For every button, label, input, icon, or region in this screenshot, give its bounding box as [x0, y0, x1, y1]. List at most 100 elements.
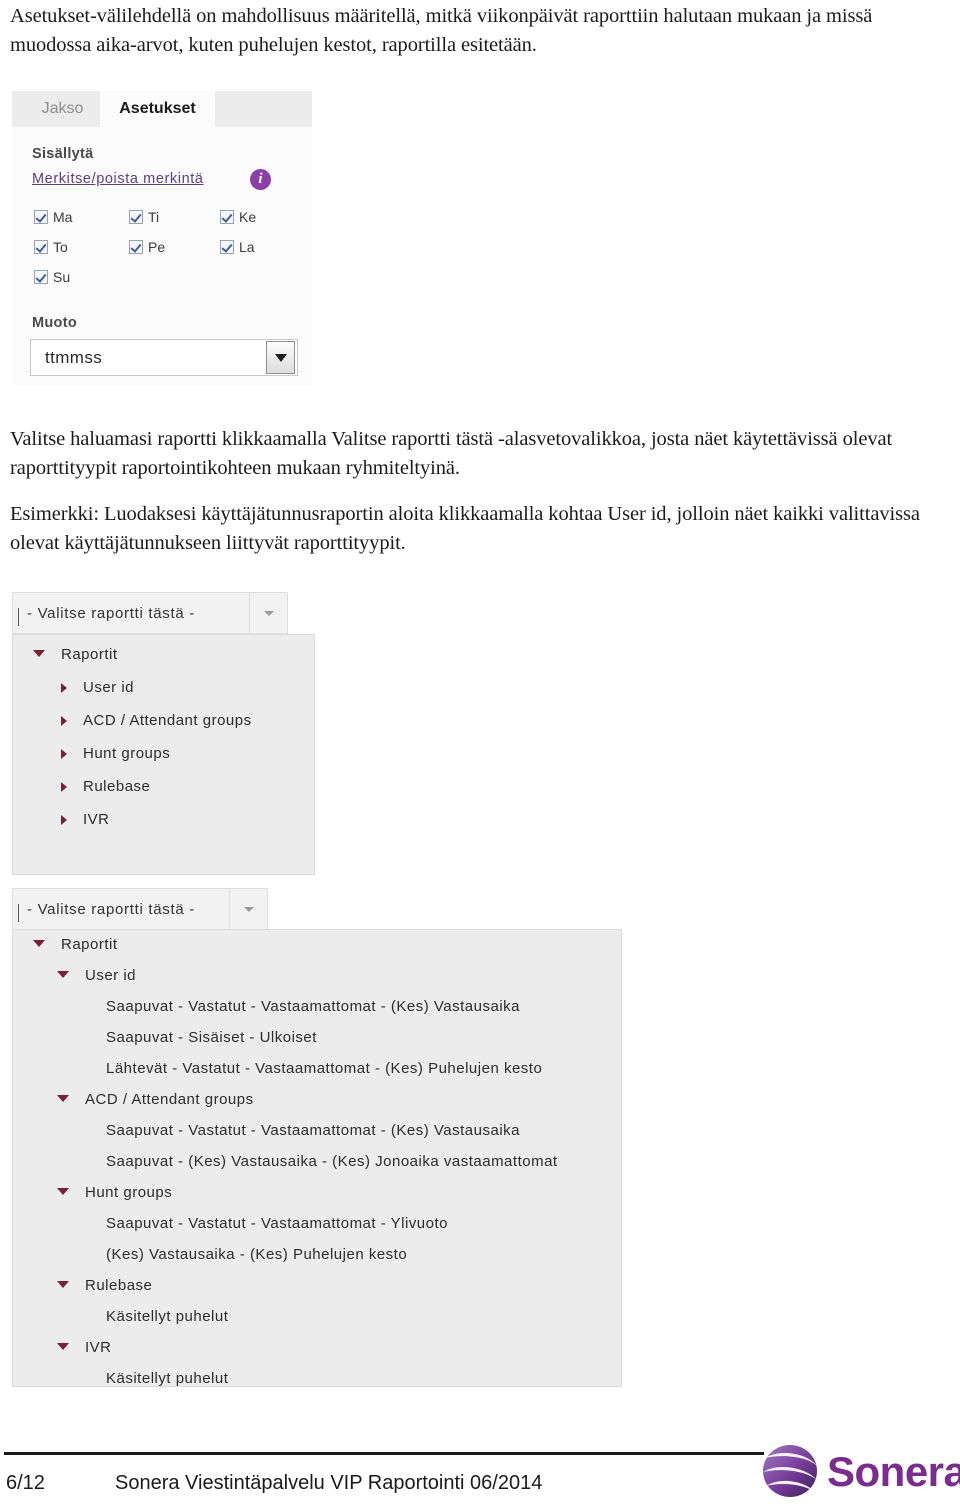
tree-leaf-report[interactable]: Käsitellyt puhelut	[84, 1308, 228, 1325]
tree-node-label: Saapuvat - Vastatut - Vastaamattomat - Y…	[106, 1215, 448, 1232]
tree-leaf-report[interactable]: Saapuvat - Vastatut - Vastaamattomat - (…	[84, 1122, 520, 1139]
include-section-label: Sisällytä	[32, 146, 94, 162]
tree-node-label: Saapuvat - Vastatut - Vastaamattomat - (…	[106, 1122, 521, 1139]
tree-node-label: ACD / Attendant groups	[85, 1091, 254, 1108]
checkbox-pe[interactable]: Pe	[129, 239, 165, 255]
format-select-value: ttmmss	[45, 347, 103, 367]
tree-node-label: (Kes) Vastausaika - (Kes) Puhelujen kest…	[106, 1246, 408, 1263]
tree-node-label: Saapuvat - (Kes) Vastausaika - (Kes) Jon…	[106, 1153, 558, 1170]
checkbox-su[interactable]: Su	[34, 269, 70, 285]
tree-node-hunt-groups[interactable]: Hunt groups	[57, 1184, 172, 1201]
tree-node-raportit[interactable]: Raportit	[33, 936, 118, 953]
tab-asetukset[interactable]: Asetukset	[100, 91, 215, 127]
settings-panel-body: Sisällytä Merkitse/poista merkintä i Ma …	[12, 127, 312, 385]
tree-leaf-report[interactable]: Käsitellyt puhelut	[84, 1370, 228, 1387]
checkbox-box-su[interactable]	[34, 270, 48, 284]
caret-expanded-icon[interactable]	[57, 1281, 69, 1288]
tree-node-acd-attendant-groups[interactable]: ACD / Attendant groups	[61, 712, 252, 729]
sonera-mark-icon	[763, 1445, 817, 1497]
footer-divider	[4, 1452, 764, 1455]
settings-panel-screenshot: Jakso Asetukset Sisällytä Merkitse/poist…	[12, 91, 312, 385]
info-icon[interactable]: i	[250, 169, 271, 190]
caret-collapsed-icon[interactable]	[61, 682, 67, 693]
checkbox-box-ke[interactable]	[220, 210, 234, 224]
tree-node-raportit[interactable]: Raportit	[33, 646, 118, 663]
format-select[interactable]: ttmmss	[30, 339, 298, 376]
chevron-down-icon[interactable]	[249, 593, 287, 633]
footer-document-title: Sonera Viestintäpalvelu VIP Raportointi …	[115, 1472, 543, 1494]
sonera-wordmark: Sonera	[827, 1448, 960, 1495]
tree-node-rulebase[interactable]: Rulebase	[61, 778, 150, 795]
tree-node-label: Hunt groups	[83, 745, 171, 762]
toggle-all-link[interactable]: Merkitse/poista merkintä	[32, 171, 204, 187]
tree-node-label: Rulebase	[85, 1277, 153, 1294]
chevron-down-icon[interactable]	[229, 889, 267, 929]
caret-expanded-icon[interactable]	[57, 1095, 69, 1102]
checkbox-label-su: Su	[53, 269, 71, 285]
tree-node-label: Saapuvat - Sisäiset - Ulkoiset	[106, 1029, 317, 1046]
tree-node-label: Rulebase	[83, 778, 151, 795]
paragraph-esimerkki: Esimerkki: Luodaksesi käyttäjätunnusrapo…	[10, 503, 920, 554]
tree-leaf-report[interactable]: Lähtevät - Vastatut - Vastaamattomat - (…	[84, 1060, 542, 1077]
tree-node-label: Hunt groups	[85, 1184, 173, 1201]
tree-node-label: Saapuvat - Vastatut - Vastaamattomat - (…	[106, 998, 521, 1015]
footer-page-number: 6/12	[6, 1472, 45, 1494]
checkbox-ti[interactable]: Ti	[129, 209, 159, 225]
tree-leaf-report[interactable]: Saapuvat - Vastatut - Vastaamattomat - (…	[84, 998, 520, 1015]
checkbox-la[interactable]: La	[220, 239, 255, 255]
checkbox-ma[interactable]: Ma	[34, 209, 72, 225]
checkbox-to[interactable]: To	[34, 239, 68, 255]
caret-collapsed-icon[interactable]	[61, 814, 67, 825]
report-combo-expanded-value: - Valitse raportti tästä -	[13, 901, 229, 922]
tree-node-label: User id	[83, 679, 135, 696]
checkbox-box-ti[interactable]	[129, 210, 143, 224]
intro-paragraph: Asetukset-välilehdellä on mahdollisuus m…	[10, 5, 873, 56]
report-tree-expanded: Raportit User id Saapuvat - Vastatut - V…	[12, 929, 622, 1387]
tree-node-label: IVR	[85, 1339, 112, 1356]
tree-node-label: Raportit	[61, 646, 118, 663]
checkbox-label-pe: Pe	[148, 239, 166, 255]
checkbox-box-ma[interactable]	[34, 210, 48, 224]
report-tree-collapsed: Raportit User id ACD / Attendant groups …	[12, 634, 315, 875]
tree-node-ivr[interactable]: IVR	[61, 811, 110, 828]
tree-node-label: ACD / Attendant groups	[83, 712, 252, 729]
tabstrip: Jakso Asetukset	[12, 91, 312, 127]
tree-leaf-report[interactable]: Saapuvat - Vastatut - Vastaamattomat - Y…	[84, 1215, 448, 1232]
tree-leaf-report[interactable]: Saapuvat - Sisäiset - Ulkoiset	[84, 1029, 317, 1046]
tree-node-label: Raportit	[61, 936, 118, 953]
checkbox-box-la[interactable]	[220, 240, 234, 254]
tree-leaf-report[interactable]: Saapuvat - (Kes) Vastausaika - (Kes) Jon…	[84, 1153, 558, 1170]
tree-node-acd-attendant-groups[interactable]: ACD / Attendant groups	[57, 1091, 254, 1108]
tree-node-rulebase[interactable]: Rulebase	[57, 1277, 152, 1294]
checkbox-label-la: La	[239, 239, 255, 255]
caret-collapsed-icon[interactable]	[61, 715, 67, 726]
tree-node-label: IVR	[83, 811, 110, 828]
tree-node-ivr[interactable]: IVR	[57, 1339, 112, 1356]
sonera-logo: Sonera	[755, 1442, 960, 1504]
report-combo-collapsed[interactable]: - Valitse raportti tästä -	[12, 592, 288, 634]
tree-node-hunt-groups[interactable]: Hunt groups	[61, 745, 170, 762]
tree-node-label: Lähtevät - Vastatut - Vastaamattomat - (…	[106, 1060, 543, 1077]
caret-expanded-icon[interactable]	[57, 1188, 69, 1195]
caret-expanded-icon[interactable]	[33, 940, 45, 947]
caret-expanded-icon[interactable]	[57, 1343, 69, 1350]
checkbox-box-to[interactable]	[34, 240, 48, 254]
tab-jakso[interactable]: Jakso	[25, 91, 100, 127]
tree-node-label: User id	[85, 967, 137, 984]
tree-leaf-report[interactable]: (Kes) Vastausaika - (Kes) Puhelujen kest…	[84, 1246, 407, 1263]
checkbox-label-ma: Ma	[53, 209, 73, 225]
caret-expanded-icon[interactable]	[33, 650, 45, 657]
tree-node-user-id[interactable]: User id	[61, 679, 134, 696]
report-combo-expanded[interactable]: - Valitse raportti tästä -	[12, 888, 268, 930]
caret-collapsed-icon[interactable]	[61, 748, 67, 759]
checkbox-box-pe[interactable]	[129, 240, 143, 254]
tree-node-user-id[interactable]: User id	[57, 967, 136, 984]
report-combo-collapsed-value: - Valitse raportti tästä -	[13, 605, 249, 626]
paragraph-valitse: Valitse haluamasi raportti klikkaamalla …	[10, 428, 893, 479]
chevron-down-icon[interactable]	[266, 341, 295, 374]
caret-expanded-icon[interactable]	[57, 971, 69, 978]
checkbox-ke[interactable]: Ke	[220, 209, 256, 225]
checkbox-label-ti: Ti	[148, 209, 160, 225]
caret-collapsed-icon[interactable]	[61, 781, 67, 792]
tree-node-label: Käsitellyt puhelut	[106, 1308, 229, 1325]
